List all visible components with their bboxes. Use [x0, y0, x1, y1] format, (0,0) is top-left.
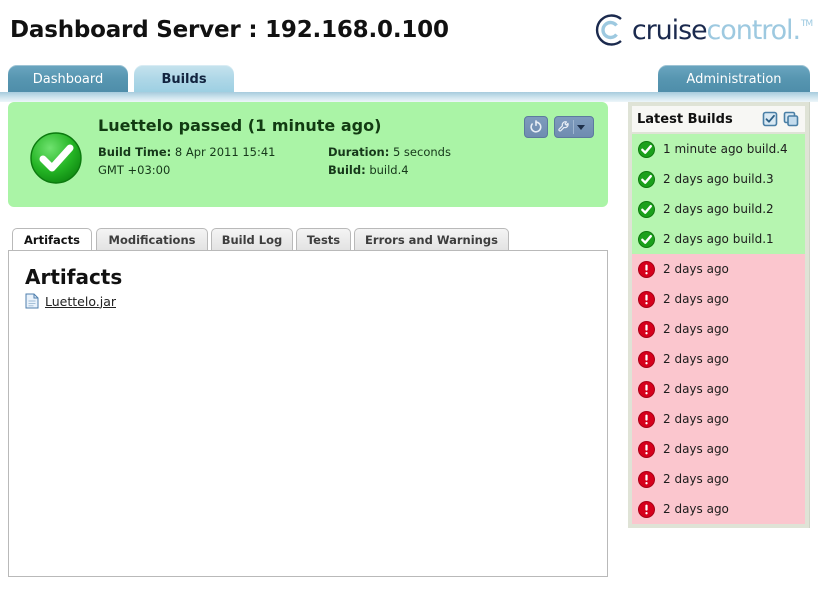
build-status-panel: Luettelo passed (1 minute ago) Build Tim… [8, 102, 608, 207]
page-header: Dashboard Server : 192.168.0.100 cruisec… [0, 0, 818, 60]
rebuild-button[interactable] [524, 116, 548, 138]
tab-dashboard[interactable]: Dashboard [8, 65, 128, 93]
left-column: Luettelo passed (1 minute ago) Build Tim… [8, 102, 610, 577]
build-status-body: Luettelo passed (1 minute ago) Build Tim… [98, 116, 598, 181]
latest-builds-sidebar: Latest Builds 1 minute ago build.4 2 day… [628, 102, 810, 528]
build-label: Build: [328, 163, 366, 178]
duration-value: 5 seconds [392, 145, 451, 159]
list-item[interactable]: Luettelo.jar [25, 293, 591, 309]
cruisecontrol-logo: cruisecontrol.TM [591, 12, 813, 48]
build-number-row: Build: build.4 [328, 163, 558, 178]
cruisecontrol-c-logo-icon [591, 12, 627, 48]
tab-errors-and-warnings[interactable]: Errors and Warnings [354, 228, 509, 251]
build-list-item-label: 2 days ago build.2 [663, 202, 774, 216]
main-navigation: Dashboard Builds Administration [0, 60, 818, 93]
build-time-row: Build Time: 8 Apr 2011 15:41 [98, 145, 328, 160]
build-list-item-label: 2 days ago [663, 352, 729, 366]
build-list-item-label: 2 days ago [663, 412, 729, 426]
logo-trademark: TM [800, 18, 813, 29]
tab-artifacts[interactable]: Artifacts [12, 228, 92, 251]
build-list-item-label: 1 minute ago build.4 [663, 142, 788, 156]
build-action-buttons [524, 116, 594, 138]
wrench-icon [558, 121, 569, 132]
list-item[interactable]: 2 days ago [632, 254, 805, 284]
latest-builds-list: 1 minute ago build.4 2 days ago build.3 2 … [632, 134, 805, 524]
list-item[interactable]: 2 days ago [632, 494, 805, 524]
build-duration-row: Duration: 5 seconds [328, 145, 558, 160]
list-item[interactable]: 2 days ago build.2 [632, 194, 805, 224]
content-area: Luettelo passed (1 minute ago) Build Tim… [0, 102, 818, 593]
build-meta-right: Duration: 5 seconds Build: build.4 [328, 145, 558, 181]
build-list-item-label: 2 days ago [663, 442, 729, 456]
right-column: Latest Builds 1 minute ago build.4 2 day… [628, 102, 810, 528]
build-list-item-label: 2 days ago [663, 292, 729, 306]
chevron-down-icon[interactable] [577, 124, 585, 130]
logo-text-cruise: cruise [631, 14, 708, 46]
artifact-link[interactable]: Luettelo.jar [45, 294, 116, 309]
build-time-value: 8 Apr 2011 15:41 [174, 145, 276, 159]
logo-text-dot: . [792, 14, 801, 46]
list-item[interactable]: 2 days ago [632, 434, 805, 464]
latest-builds-title: Latest Builds [637, 111, 733, 127]
page-title: Dashboard Server : 192.168.0.100 [10, 17, 449, 43]
build-timezone-row: GMT +03:00 [98, 163, 171, 178]
build-list-item-label: 2 days ago [663, 472, 729, 486]
latest-builds-header: Latest Builds [632, 106, 805, 132]
tab-build-log[interactable]: Build Log [211, 228, 293, 251]
artifacts-panel-inner: Artifacts Luettelo.jar [9, 251, 607, 323]
tab-builds[interactable]: Builds [134, 65, 234, 93]
build-time-label: Build Time: [98, 145, 172, 159]
build-list-item-label: 2 days ago [663, 262, 729, 276]
tab-modifications[interactable]: Modifications [96, 228, 208, 251]
copy-windows-icon[interactable] [782, 110, 800, 128]
build-passed-icon [638, 140, 655, 158]
build-list-item-label: 2 days ago [663, 322, 729, 336]
list-item[interactable]: 2 days ago [632, 374, 805, 404]
artifacts-heading: Artifacts [25, 265, 123, 289]
detail-tabs: Artifacts Modifications Build Log Tests … [8, 228, 610, 251]
build-value: build.4 [369, 163, 409, 178]
logo-wordmark: cruisecontrol.TM [631, 14, 813, 46]
build-failed-icon [638, 260, 655, 278]
build-list-item-label: 2 days ago build.1 [663, 232, 774, 246]
build-failed-icon [638, 320, 655, 338]
list-item[interactable]: 2 days ago [632, 284, 805, 314]
list-item[interactable]: 2 days ago build.3 [632, 164, 805, 194]
build-list-item-label: 2 days ago [663, 502, 729, 516]
build-passed-icon [638, 200, 655, 218]
artifacts-panel: Artifacts Luettelo.jar [8, 250, 608, 577]
list-item[interactable]: 2 days ago [632, 464, 805, 494]
list-item[interactable]: 2 days ago [632, 404, 805, 434]
build-failed-icon [638, 350, 655, 368]
green-check-circle-icon [30, 132, 82, 184]
nav-underline-bar [0, 92, 818, 102]
build-passed-icon [638, 170, 655, 188]
build-meta-grid: Build Time: 8 Apr 2011 15:41 GMT +03:00 … [98, 145, 598, 181]
build-list-item-label: 2 days ago build.3 [663, 172, 774, 186]
list-item[interactable]: 1 minute ago build.4 [632, 134, 805, 164]
build-failed-icon [638, 410, 655, 428]
build-status-title: Luettelo passed (1 minute ago) [98, 116, 382, 135]
build-meta-left: Build Time: 8 Apr 2011 15:41 GMT +03:00 [98, 145, 328, 181]
build-passed-icon [638, 230, 655, 248]
checked-list-icon[interactable] [761, 110, 779, 128]
build-failed-icon [638, 500, 655, 518]
configure-button[interactable] [554, 116, 594, 138]
build-failed-icon [638, 470, 655, 488]
page-root: Dashboard Server : 192.168.0.100 cruisec… [0, 0, 818, 593]
button-divider [573, 120, 574, 134]
duration-label: Duration: [328, 145, 390, 159]
list-item[interactable]: 2 days ago build.1 [632, 224, 805, 254]
tab-administration[interactable]: Administration [658, 65, 810, 93]
build-list-item-label: 2 days ago [663, 382, 729, 396]
file-document-icon [25, 293, 39, 309]
list-item[interactable]: 2 days ago [632, 314, 805, 344]
circular-arrow-icon [530, 120, 542, 133]
tab-tests[interactable]: Tests [296, 228, 351, 251]
list-item[interactable]: 2 days ago [632, 344, 805, 374]
build-failed-icon [638, 290, 655, 308]
build-failed-icon [638, 440, 655, 458]
build-failed-icon [638, 380, 655, 398]
logo-text-control: control [706, 14, 794, 46]
